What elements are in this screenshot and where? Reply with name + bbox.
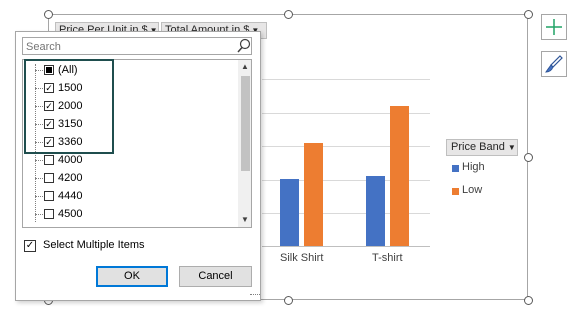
legend-item-high: High	[462, 161, 485, 173]
checkbox[interactable]	[44, 173, 54, 183]
bar-high-t-shirt[interactable]	[366, 176, 385, 246]
scroll-up-icon[interactable]: ▲	[238, 62, 251, 71]
category-label: T-shirt	[372, 252, 403, 264]
select-multiple-label: Select Multiple Items	[43, 239, 145, 251]
bar-low-t-shirt[interactable]	[390, 106, 409, 246]
x-axis-line	[262, 246, 430, 247]
resize-handle-bottom-right[interactable]	[524, 296, 533, 305]
legend-title: Price Band	[451, 141, 505, 153]
resize-handle-bottom[interactable]	[284, 296, 293, 305]
resize-grip[interactable]	[250, 294, 260, 301]
search-input[interactable]	[22, 37, 252, 55]
checkbox[interactable]	[44, 209, 54, 219]
category-label: Silk Shirt	[280, 252, 324, 264]
list-item-label: 4200	[58, 172, 83, 184]
checkbox[interactable]	[44, 191, 54, 201]
chart-styles-button[interactable]	[541, 51, 567, 77]
bar-low-silk-shirt[interactable]	[304, 143, 323, 246]
resize-handle-top[interactable]	[284, 10, 293, 19]
chart-elements-button[interactable]	[541, 14, 567, 40]
cancel-button[interactable]: Cancel	[179, 266, 252, 287]
resize-handle-right[interactable]	[524, 153, 533, 162]
list-item-label: 4500	[58, 208, 83, 220]
paintbrush-icon	[545, 55, 563, 73]
list-item-label: 4000	[58, 154, 83, 166]
legend-swatch-low	[452, 188, 459, 195]
list-item[interactable]: 4200	[23, 169, 237, 187]
scroll-down-icon[interactable]: ▼	[238, 215, 251, 224]
resize-handle-top-right[interactable]	[524, 10, 533, 19]
checkbox[interactable]	[44, 155, 54, 165]
legend-field-button[interactable]: Price Band ▼	[446, 139, 518, 156]
legend-swatch-high	[452, 165, 459, 172]
search-icon	[237, 38, 251, 53]
gridline	[262, 79, 430, 80]
list-item[interactable]: 4440	[23, 187, 237, 205]
ok-button[interactable]: OK	[96, 266, 168, 287]
bar-high-silk-shirt[interactable]	[280, 179, 299, 246]
plus-icon	[546, 19, 562, 35]
dropdown-arrow-icon: ▼	[507, 143, 516, 152]
resize-handle-top-left[interactable]	[44, 10, 53, 19]
selection-highlight-box	[24, 59, 114, 154]
list-item[interactable]: 4500	[23, 205, 237, 223]
scroll-thumb[interactable]	[241, 76, 250, 171]
select-multiple-checkbox[interactable]: ✓	[24, 240, 36, 252]
list-item-label: 4440	[58, 190, 83, 202]
legend-item-low: Low	[462, 184, 483, 196]
